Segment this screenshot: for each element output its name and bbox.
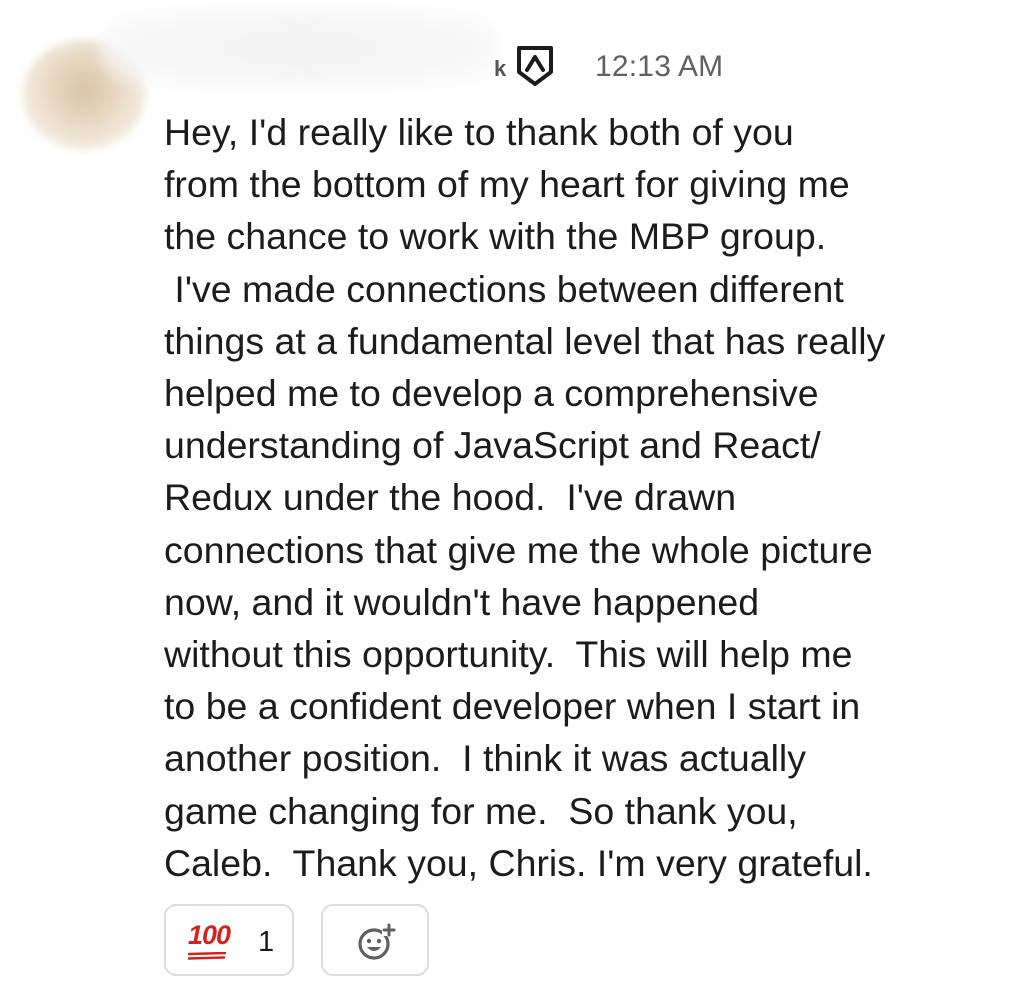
message-line: another position. I think it was actuall… — [164, 737, 807, 780]
message-body: Hey, I'd really like to thank both of yo… — [164, 106, 1014, 889]
message-line: to be a confident developer when I start… — [164, 685, 861, 728]
author-name-redacted[interactable] — [100, 8, 500, 88]
message-line: from the bottom of my heart for giving m… — [164, 163, 850, 206]
add-reaction-icon — [358, 923, 396, 960]
app-badge-icon — [517, 46, 553, 86]
author-name-tail: k — [494, 56, 507, 81]
hundred-points-emoji: 100 — [188, 920, 231, 950]
add-reaction-button[interactable] — [321, 904, 429, 976]
message-line: helped me to develop a comprehensive — [164, 372, 819, 415]
hundred-underline-icon — [188, 952, 227, 960]
reaction-count: 1 — [258, 926, 275, 958]
message-line: without this opportunity. This will help… — [164, 633, 853, 676]
message-line: Redux under the hood. I've drawn — [164, 476, 737, 519]
message-line: game changing for me. So thank you, — [164, 789, 798, 832]
message-line: understanding of JavaScript and React/ — [164, 424, 821, 467]
message-line: things at a fundamental level that has r… — [164, 319, 886, 362]
message-line: I've made connections between different — [164, 267, 844, 310]
reaction-hundred-button[interactable]: 100 1 — [164, 904, 294, 976]
message-line: Caleb. Thank you, Chris. I'm very gratef… — [164, 841, 873, 884]
message-timestamp[interactable]: 12:13 AM — [595, 50, 723, 84]
message-line: the chance to work with the MBP group. — [164, 215, 827, 258]
message-line: now, and it wouldn't have happened — [164, 580, 760, 623]
message-line: Hey, I'd really like to thank both of yo… — [164, 111, 794, 153]
message-line: connections that give me the whole pictu… — [164, 528, 873, 571]
